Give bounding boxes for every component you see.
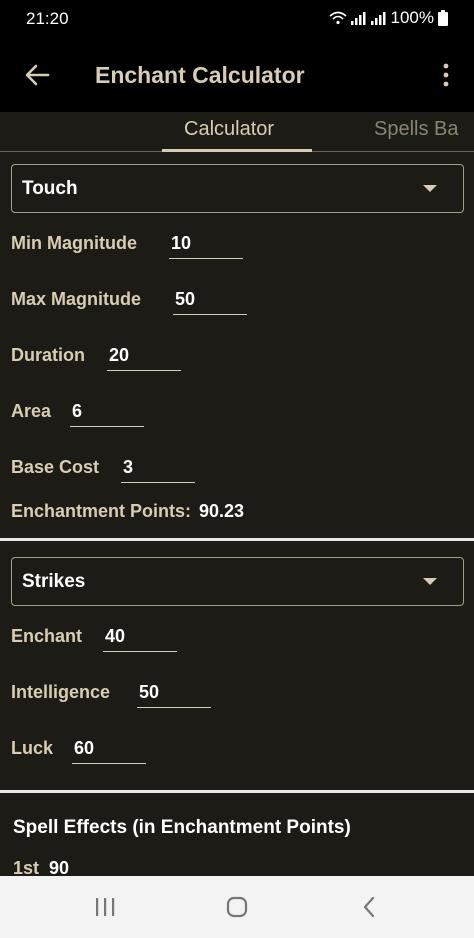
item-select[interactable]: Strikes bbox=[11, 557, 464, 606]
intelligence-value: 50 bbox=[139, 682, 160, 702]
status-icons: 100% bbox=[328, 8, 448, 28]
base-cost-label: Base Cost bbox=[11, 457, 100, 477]
content: Calculator Spells Ba Touch Min Magnitude… bbox=[0, 112, 474, 876]
min-magnitude-label: Min Magnitude bbox=[11, 233, 137, 253]
recents-icon[interactable] bbox=[94, 897, 116, 917]
max-magnitude-value: 50 bbox=[175, 289, 196, 309]
enchant-input[interactable]: 40 bbox=[103, 622, 177, 652]
battery-icon bbox=[438, 10, 448, 26]
signal-icon-2 bbox=[370, 11, 387, 25]
enchantment-points-label: Enchantment Points: bbox=[11, 501, 192, 521]
wifi-icon bbox=[328, 11, 347, 25]
duration-input[interactable]: 20 bbox=[107, 341, 181, 371]
more-vert-icon[interactable] bbox=[440, 62, 452, 88]
spell-effects-row-value: 90 bbox=[49, 858, 70, 876]
enchant-value: 40 bbox=[105, 626, 126, 646]
spell-effects-row: 1st 90 bbox=[13, 858, 69, 876]
enchantment-points-value: 90.23 bbox=[199, 501, 245, 521]
luck-input[interactable]: 60 bbox=[72, 734, 146, 764]
tab-indicator bbox=[162, 149, 312, 152]
area-label: Area bbox=[11, 401, 52, 421]
spell-effects-row-label: 1st bbox=[13, 858, 40, 876]
system-nav-bar bbox=[0, 876, 474, 938]
app-bar: Enchant Calculator bbox=[0, 38, 474, 112]
tab-bar: Calculator Spells Ba bbox=[0, 112, 474, 152]
enchantment-points: Enchantment Points: 90.23 bbox=[11, 501, 244, 522]
nav-back-icon[interactable] bbox=[362, 896, 376, 918]
section-divider bbox=[0, 538, 474, 541]
item-select-value: Strikes bbox=[22, 571, 86, 592]
luck-label: Luck bbox=[11, 738, 54, 758]
section-divider bbox=[0, 790, 474, 793]
range-select[interactable]: Touch bbox=[11, 164, 464, 213]
luck-value: 60 bbox=[74, 738, 95, 758]
intelligence-input[interactable]: 50 bbox=[137, 678, 211, 708]
max-magnitude-input[interactable]: 50 bbox=[173, 285, 247, 315]
base-cost-value: 3 bbox=[123, 457, 134, 477]
spell-effects-title: Spell Effects (in Enchantment Points) bbox=[13, 817, 351, 838]
min-magnitude-input[interactable]: 10 bbox=[169, 229, 243, 259]
caret-down-icon bbox=[423, 578, 437, 585]
caret-down-icon bbox=[423, 185, 437, 192]
duration-value: 20 bbox=[109, 345, 130, 365]
base-cost-input[interactable]: 3 bbox=[121, 453, 195, 483]
back-arrow-icon[interactable] bbox=[24, 62, 50, 88]
app-title: Enchant Calculator bbox=[95, 62, 305, 88]
signal-icon bbox=[350, 11, 367, 25]
tab-calculator[interactable]: Calculator bbox=[184, 118, 274, 141]
enchant-label: Enchant bbox=[11, 626, 83, 646]
max-magnitude-label: Max Magnitude bbox=[11, 289, 142, 309]
min-magnitude-value: 10 bbox=[171, 233, 192, 253]
status-bar: 21:20 100% bbox=[0, 0, 474, 38]
range-select-value: Touch bbox=[22, 178, 78, 199]
home-icon[interactable] bbox=[226, 896, 248, 918]
status-time: 21:20 bbox=[26, 9, 69, 28]
duration-label: Duration bbox=[11, 345, 85, 365]
intelligence-label: Intelligence bbox=[11, 682, 111, 702]
battery-label: 100% bbox=[390, 8, 434, 27]
tab-spells-base[interactable]: Spells Ba bbox=[374, 118, 459, 141]
area-value: 6 bbox=[72, 401, 83, 421]
area-input[interactable]: 6 bbox=[70, 397, 144, 427]
